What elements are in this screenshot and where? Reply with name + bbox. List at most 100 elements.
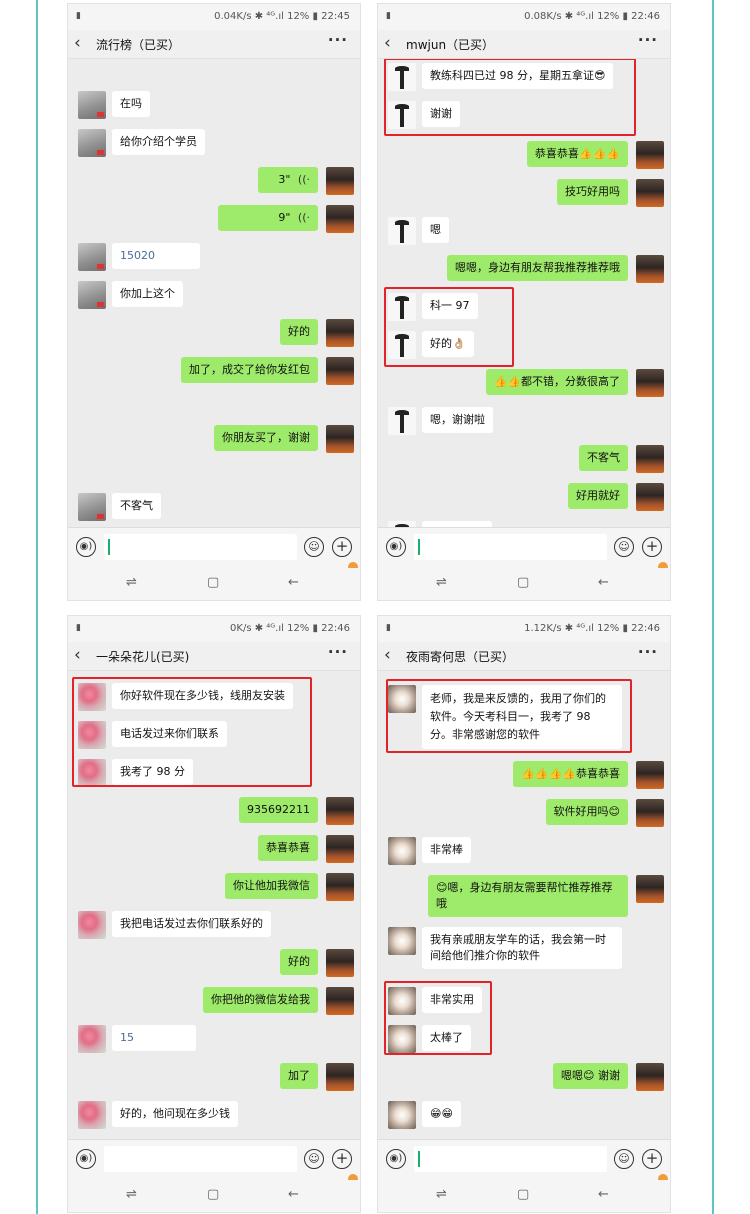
voice-input-icon[interactable]: ◉) <box>386 1149 406 1169</box>
sent-message-bubble[interactable]: 你让他加我微信 <box>225 873 318 899</box>
back-arrow-icon[interactable]: ‹ <box>384 33 391 53</box>
contact-avatar[interactable] <box>78 911 106 939</box>
back-arrow-icon[interactable]: ‹ <box>74 645 81 665</box>
recent-apps-icon[interactable]: ⇌ <box>436 575 447 590</box>
message-input[interactable] <box>414 534 607 560</box>
sent-message-bubble[interactable]: 软件好用吗😊 <box>545 799 628 825</box>
sent-message-bubble[interactable]: 😊嗯，身边有朋友需要帮忙推荐推荐哦 <box>428 875 628 917</box>
sent-message-bubble[interactable]: 恭喜恭喜👍👍👍 <box>526 141 628 167</box>
plus-icon[interactable]: + <box>642 1149 662 1169</box>
my-avatar[interactable] <box>636 369 664 397</box>
back-arrow-icon[interactable]: ‹ <box>384 645 391 665</box>
sent-message-bubble[interactable]: 你朋友买了，谢谢 <box>214 425 318 451</box>
received-message-bubble[interactable]: 非常棒 <box>422 837 471 863</box>
my-avatar[interactable] <box>326 873 354 901</box>
my-avatar[interactable] <box>326 949 354 977</box>
sent-message-bubble[interactable]: 嗯嗯，身边有朋友帮我推荐推荐哦 <box>447 255 628 281</box>
my-avatar[interactable] <box>636 483 664 511</box>
received-message-bubble[interactable]: 嗯，谢谢啦 <box>422 407 493 433</box>
plus-icon[interactable]: + <box>332 1149 352 1169</box>
my-avatar[interactable] <box>326 319 354 347</box>
sent-message-bubble[interactable]: 935692211 <box>239 797 318 823</box>
sent-message-bubble[interactable]: 加了，成交了给你发红包 <box>181 357 318 383</box>
recent-apps-icon[interactable]: ⇌ <box>126 1187 137 1202</box>
home-icon[interactable]: ▢ <box>517 575 529 590</box>
more-options-icon[interactable]: ··· <box>328 31 348 49</box>
voice-input-icon[interactable]: ◉) <box>76 537 96 557</box>
message-list[interactable]: 教练科四已过 98 分，星期五拿证😎 谢谢 恭喜恭喜👍👍👍 技巧好用吗 嗯 嗯嗯… <box>378 59 670 527</box>
my-avatar[interactable] <box>636 799 664 827</box>
contact-avatar[interactable] <box>388 927 416 955</box>
voice-message-bubble[interactable]: 3" ((· <box>258 167 318 193</box>
emoji-icon[interactable]: ☺ <box>614 1149 634 1169</box>
voice-input-icon[interactable]: ◉) <box>76 1149 96 1169</box>
more-options-icon[interactable]: ··· <box>328 643 348 661</box>
received-message-bubble[interactable]: 好的，他问现在多少钱 <box>112 1101 238 1127</box>
recent-apps-icon[interactable]: ⇌ <box>126 575 137 590</box>
sent-message-bubble[interactable]: 嗯嗯😊 谢谢 <box>553 1063 628 1089</box>
my-avatar[interactable] <box>636 141 664 169</box>
contact-avatar[interactable] <box>388 1101 416 1129</box>
home-icon[interactable]: ▢ <box>207 1187 219 1202</box>
received-message-bubble[interactable]: 给你介绍个学员 <box>112 129 205 155</box>
nav-back-icon[interactable]: ← <box>288 575 299 590</box>
emoji-icon[interactable]: ☺ <box>614 537 634 557</box>
sent-message-bubble[interactable]: 好用就好 <box>568 483 628 509</box>
message-input[interactable] <box>104 1146 297 1172</box>
sent-message-bubble[interactable]: 好的 <box>280 949 318 975</box>
contact-avatar[interactable] <box>388 407 416 435</box>
received-message-bubble[interactable]: 不客气 <box>112 493 161 519</box>
received-message-bubble[interactable]: 你加上这个 <box>112 281 183 307</box>
more-options-icon[interactable]: ··· <box>638 31 658 49</box>
received-message-bubble[interactable]: 我把电话发过去你们联系好的 <box>112 911 271 937</box>
sent-message-bubble[interactable]: 技巧好用吗 <box>557 179 628 205</box>
my-avatar[interactable] <box>636 1063 664 1091</box>
my-avatar[interactable] <box>326 1063 354 1091</box>
recent-apps-icon[interactable]: ⇌ <box>436 1187 447 1202</box>
sent-message-bubble[interactable]: 👍👍都不错，分数很高了 <box>485 369 628 395</box>
sent-message-bubble[interactable]: 不客气 <box>579 445 628 471</box>
received-message-bubble[interactable]: 15 <box>112 1025 196 1051</box>
contact-avatar[interactable] <box>78 493 106 521</box>
plus-icon[interactable]: + <box>332 537 352 557</box>
contact-avatar[interactable] <box>78 91 106 119</box>
my-avatar[interactable] <box>326 797 354 825</box>
sent-message-bubble[interactable]: 加了 <box>280 1063 318 1089</box>
received-message-bubble[interactable]: 15020 <box>112 243 200 269</box>
emoji-icon[interactable]: ☺ <box>304 1149 324 1169</box>
emoji-icon[interactable]: ☺ <box>304 537 324 557</box>
received-message-bubble[interactable]: 我有亲戚朋友学车的话，我会第一时间给他们推介你的软件 <box>422 927 622 969</box>
message-input[interactable] <box>414 1146 607 1172</box>
sent-message-bubble[interactable]: 👍👍👍👍恭喜恭喜 <box>513 761 628 787</box>
nav-back-icon[interactable]: ← <box>288 1187 299 1202</box>
contact-avatar[interactable] <box>78 129 106 157</box>
contact-avatar[interactable] <box>78 281 106 309</box>
plus-icon[interactable]: + <box>642 537 662 557</box>
my-avatar[interactable] <box>636 875 664 903</box>
contact-avatar[interactable] <box>78 243 106 271</box>
my-avatar[interactable] <box>326 205 354 233</box>
my-avatar[interactable] <box>326 167 354 195</box>
my-avatar[interactable] <box>326 987 354 1015</box>
more-options-icon[interactable]: ··· <box>638 643 658 661</box>
my-avatar[interactable] <box>636 179 664 207</box>
message-list[interactable]: 在吗 给你介绍个学员 3" ((· 9" ((· 15020 你加上这个 好的 … <box>68 59 360 527</box>
nav-back-icon[interactable]: ← <box>598 1187 609 1202</box>
back-arrow-icon[interactable]: ‹ <box>74 33 81 53</box>
contact-avatar[interactable] <box>388 837 416 865</box>
received-message-bubble[interactable]: 嗯 <box>422 217 449 243</box>
message-input[interactable] <box>104 534 297 560</box>
my-avatar[interactable] <box>636 445 664 473</box>
my-avatar[interactable] <box>636 255 664 283</box>
my-avatar[interactable] <box>326 425 354 453</box>
my-avatar[interactable] <box>326 835 354 863</box>
voice-message-bubble[interactable]: 9" ((· <box>218 205 318 231</box>
contact-avatar[interactable] <box>78 1101 106 1129</box>
home-icon[interactable]: ▢ <box>207 575 219 590</box>
home-icon[interactable]: ▢ <box>517 1187 529 1202</box>
sent-message-bubble[interactable]: 你把他的微信发给我 <box>203 987 318 1013</box>
sent-message-bubble[interactable]: 恭喜恭喜 <box>258 835 318 861</box>
received-message-bubble[interactable]: 在吗 <box>112 91 150 117</box>
voice-input-icon[interactable]: ◉) <box>386 537 406 557</box>
message-list[interactable]: 老师，我是来反馈的，我用了你们的软件。今天考科目一，我考了 98 分。非常感谢您… <box>378 671 670 1139</box>
